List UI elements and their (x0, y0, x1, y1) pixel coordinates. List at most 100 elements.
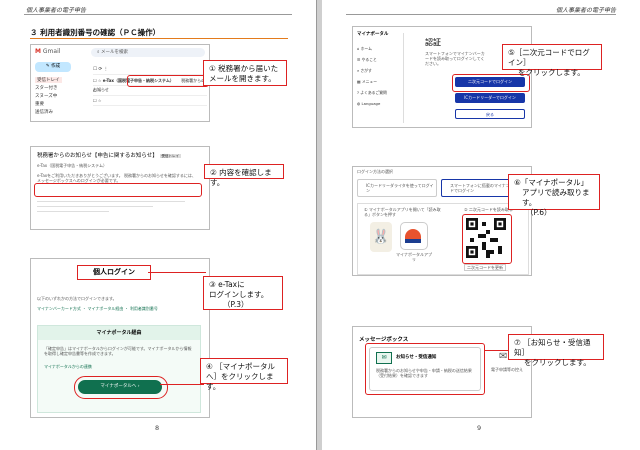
rabbit-mascot-icon: 🐰 (370, 222, 392, 252)
section-title: ３ 利用者識別番号の確認（ＰＣ操作） (30, 28, 161, 37)
menu-item-search[interactable]: ⌕ さがす (357, 65, 401, 76)
right-page: 個人事業者の電子申告 マイナポータル ⌂ ホーム ☰ やること ⌕ さがす ▦ … (322, 0, 640, 450)
list-icon: ☰ (357, 57, 361, 62)
menu-label: さがす (360, 68, 372, 73)
panel-text: 「確定申告」はマイナポータルからログインが可能です。マイナポータルから情報を取得… (44, 346, 192, 356)
link-myna-portal[interactable]: マイナポータル経由 (87, 306, 123, 311)
highlight-notification-card (365, 343, 485, 395)
message-box-screenshot: メッセージボックス ✉ お知らせ・受信通知 税務署からのお知らせや申告・申請・納… (352, 326, 532, 418)
callout-5-line-1: ⑤［二次元コードでログイン］ (508, 48, 590, 67)
table-row[interactable]: ☐ ☆ (93, 96, 207, 106)
qr-screen-header: ログイン方法の選択 (357, 169, 393, 174)
login-intro: 以下のいずれかの方法でログインできます。 (37, 296, 117, 301)
link-mynumber[interactable]: マイナンバーカード方式 (37, 306, 81, 311)
portal-panel: マイナポータル経由 「確定申告」はマイナポータルからログインが可能です。マイナポ… (37, 325, 201, 413)
notice-body: e-Taxをご利用いただきありがとうございます。 税務署からのお知らせを確認する… (37, 173, 196, 183)
callout-7-line-2: をクリックします。 (524, 358, 591, 367)
notice-title-text: 税務署からのお知らせ【申告に関するお知らせ】 (37, 153, 158, 159)
ic-reader-login-button[interactable]: ICカードリーダーでログイン (455, 93, 525, 103)
qr-login-screenshot: ログイン方法の選択 ICカードリーダライタを使ってログイン スマートフォンに搭載… (352, 166, 532, 276)
notice-title: 税務署からのお知らせ【申告に関するお知らせ】 受信トレイ (37, 151, 182, 159)
page-header: 個人事業者の電子申告 (26, 7, 87, 14)
portal-menu: ⌂ ホーム ☰ やること ⌕ さがす ▦ メニュー ? よくあるご質問 ◍ La… (357, 43, 401, 109)
callout-step-2: ② 内容を確認します。 (204, 164, 284, 187)
search-icon: ⌕ (357, 68, 360, 73)
section-rule (30, 38, 288, 39)
login-links: マイナンバーカード方式 ・ マイナポータル経由 ・ 利用者識別番号 (37, 306, 158, 311)
callout-step-3: ③ e-Taxに ログインします。 （P.3） (203, 276, 283, 310)
pencil-icon: ✎ (45, 64, 50, 69)
menu-item-home[interactable]: ⌂ ホーム (357, 43, 401, 54)
page-header: 個人事業者の電子申告 (555, 7, 616, 14)
link-user-id[interactable]: 利用者識別番号 (130, 306, 158, 311)
callout-connector (148, 272, 206, 273)
notice-filler: ――――――――――――――――――――――――――――――――――――― ―――… (37, 199, 185, 214)
menu-item-faq[interactable]: ? よくあるご質問 (357, 87, 401, 98)
highlight-email-row (127, 75, 209, 87)
app-label: マイナポータルアプリ (396, 252, 432, 262)
globe-icon: ◍ (357, 101, 361, 106)
search-placeholder: メールを検索 (100, 50, 128, 55)
menu-item-todo[interactable]: ☰ やること (357, 54, 401, 65)
inbox-tag: 受信トレイ (159, 154, 182, 158)
sidebar-item-starred[interactable]: スター付き (35, 85, 58, 91)
callout-connector (160, 384, 204, 385)
menu-item-language[interactable]: ◍ Language (357, 98, 401, 109)
compose-label: 作成 (51, 64, 61, 69)
callout-6-line-1: ⑥「マイナポータル」 (514, 178, 589, 187)
auth-desc: スマートフォンでマイナンバーカードを読み取ってログインしてください。 (425, 51, 485, 66)
callout-3-line-2: ログインします。 (209, 290, 269, 299)
panel-title: マイナポータル経由 (38, 326, 200, 340)
callout-step-4: ④ ［マイナポータルへ］をクリックします。 (200, 358, 288, 391)
login-title: 個人ログイン (77, 265, 151, 280)
question-icon: ? (357, 90, 360, 95)
menu-label: よくあるご質問 (360, 90, 387, 95)
grid-icon: ▦ (357, 79, 361, 84)
step-1-text: ① マイナポータルアプリを開いて「読み取る」ボタンを押す (364, 207, 441, 217)
gmail-icon: M (35, 48, 41, 55)
table-row[interactable]: ☐ ☆ (93, 86, 207, 96)
portal-brand: マイナポータル (357, 32, 389, 37)
notice-sender: e-Tax（国税電子申告・納税システム） (37, 163, 108, 168)
callout-3-line-3: （P.3） (223, 300, 249, 309)
highlight-notice (34, 183, 202, 197)
header-rule (24, 14, 292, 15)
gmail-screenshot: M Gmail ⌕ メールを検索 ✎ 作成 受信トレイ スター付き スヌーズ中 … (30, 44, 210, 122)
back-button[interactable]: 戻る (455, 109, 525, 119)
home-icon: ⌂ (357, 46, 360, 51)
menu-item-menu[interactable]: ▦ メニュー (357, 76, 401, 87)
menu-label: Language (361, 101, 381, 106)
auth-heading: 認証 (425, 38, 441, 47)
menu-label: ホーム (360, 46, 372, 51)
toolbar-row: ☐ ⟳ ⋮ (93, 65, 207, 75)
callout-connector (504, 214, 510, 215)
left-page: 個人事業者の電子申告 ３ 利用者識別番号の確認（ＰＣ操作） M Gmail ⌕ … (0, 0, 317, 450)
page-number: 8 (155, 424, 160, 432)
sidebar-item-snoozed[interactable]: スヌーズ中 (35, 93, 57, 99)
sidebar-item-sent[interactable]: 送信済み (35, 109, 53, 115)
gmail-search-input[interactable]: ⌕ メールを検索 (91, 48, 205, 57)
divider (403, 33, 404, 123)
sidebar-item-important[interactable]: 重要 (35, 101, 44, 107)
notice-screenshot: 税務署からのお知らせ【申告に関するお知らせ】 受信トレイ e-Tax（国税電子申… (30, 146, 210, 230)
callout-7-line-1: ⑦ ［お知らせ・受信通知］ (514, 338, 591, 357)
envelope-icon: ✉ (499, 351, 508, 362)
panel-link[interactable]: マイナポータルからの連携 (44, 364, 92, 369)
callout-step-1: ① 税務署から届いたメールを開きます。 (203, 60, 287, 86)
message-box-title: メッセージボックス (359, 337, 409, 343)
option-ic-reader[interactable]: ICカードリーダライタを使ってログイン (357, 179, 437, 197)
highlight-portal-button (74, 376, 168, 399)
compose-button[interactable]: ✎ 作成 (35, 62, 71, 72)
callout-3-line-1: ③ e-Taxに (209, 280, 245, 289)
login-screenshot: 個人ログイン 以下のいずれかの方法でログインできます。 マイナンバーカード方式 … (30, 258, 210, 418)
sidebar-item-inbox[interactable]: 受信トレイ (35, 77, 62, 83)
header-rule (346, 14, 616, 15)
portal-auth-screenshot: マイナポータル ⌂ ホーム ☰ やること ⌕ さがす ▦ メニュー ? よくある… (352, 26, 532, 128)
menu-label: やること (361, 57, 377, 62)
qr-refresh-button[interactable]: 二次元コードを更新 (464, 264, 506, 271)
callout-5-line-2: をクリックします。 (518, 68, 585, 77)
callout-step-6: ⑥「マイナポータル」 アプリで読み取ります。 （P.6） (508, 174, 600, 217)
search-icon: ⌕ (97, 50, 100, 55)
app-icon (400, 222, 428, 250)
callout-step-7: ⑦ ［お知らせ・受信通知］ をクリックします。 (508, 334, 604, 367)
